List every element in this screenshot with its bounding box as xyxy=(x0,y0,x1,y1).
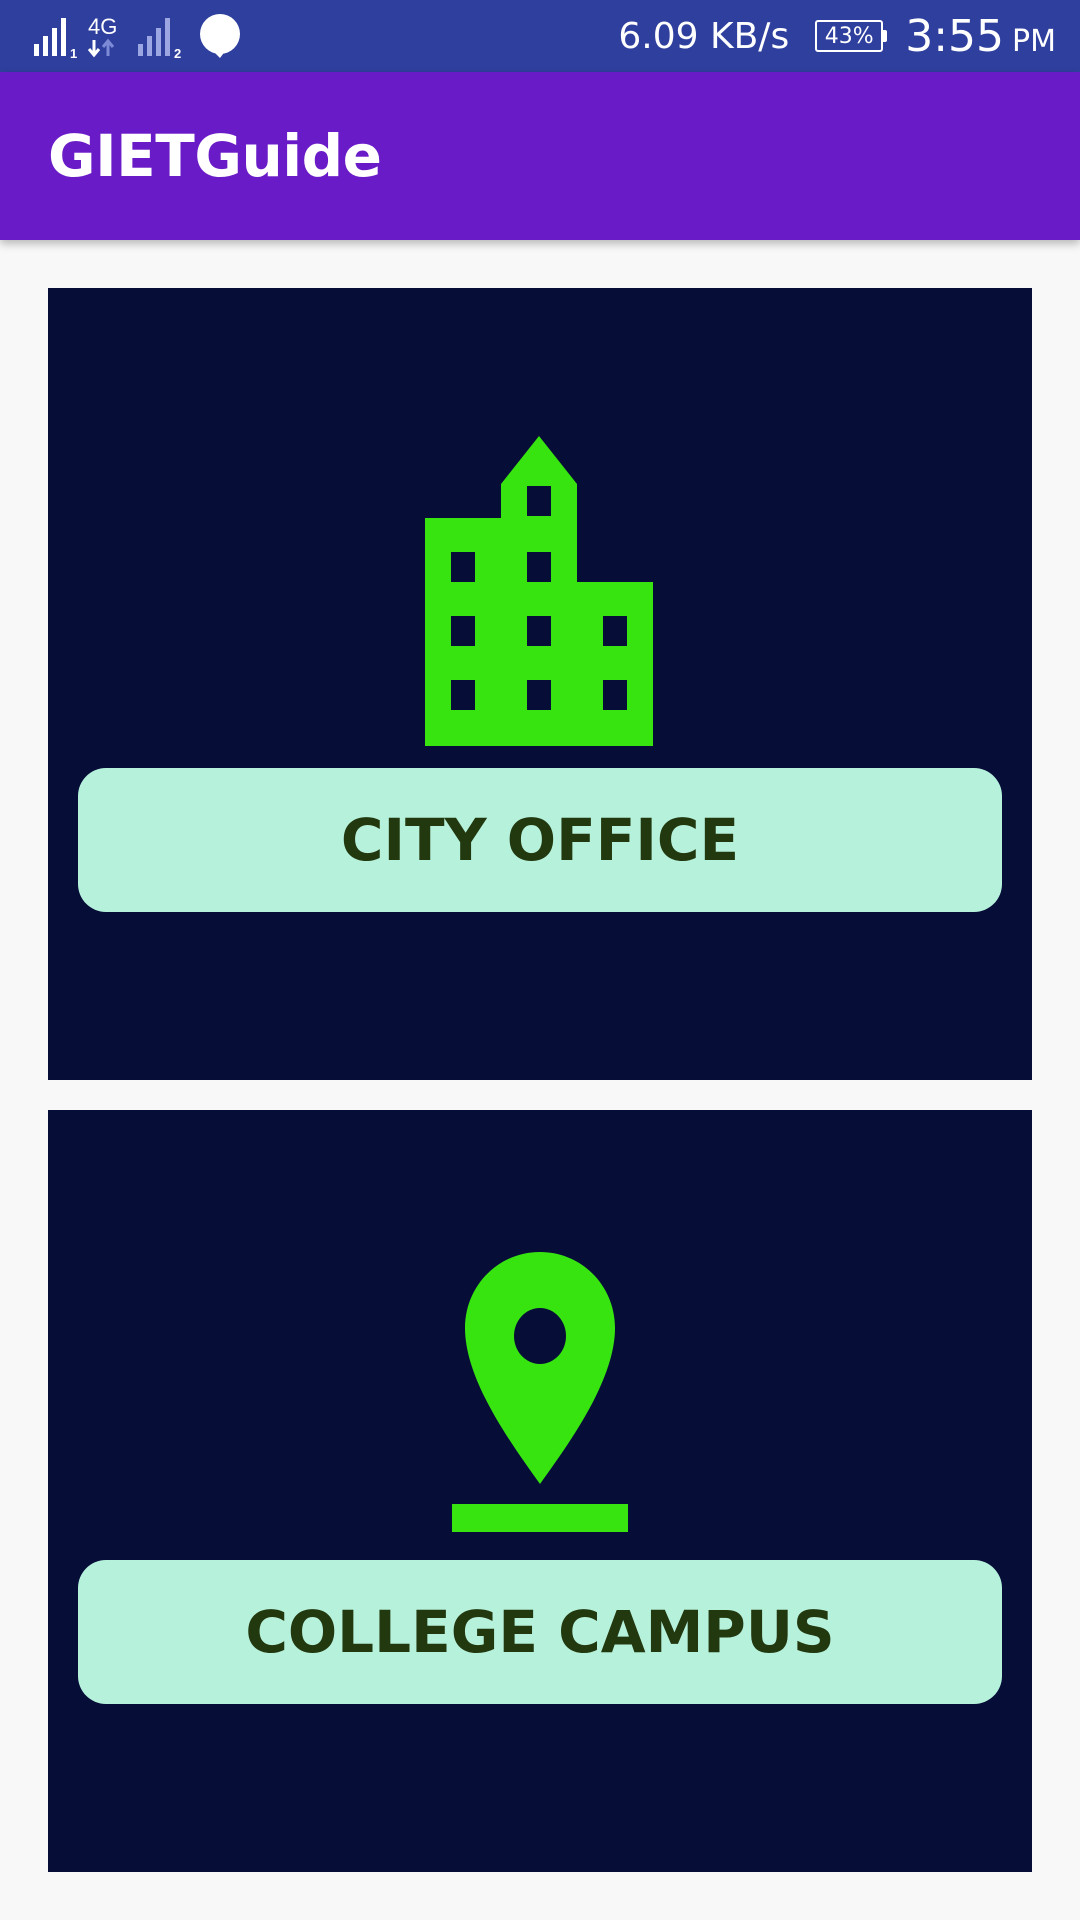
app-bar: GIETGuide xyxy=(0,72,1080,240)
building-icon xyxy=(48,436,1032,748)
clock: 3:55 PM xyxy=(905,11,1056,62)
status-right: 6.09 KB/s 43% 3:55 PM xyxy=(618,0,1056,72)
clock-time: 3:55 xyxy=(905,10,1005,62)
data-arrows-icon xyxy=(87,38,115,58)
college-campus-card[interactable]: COLLEGE CAMPUS xyxy=(48,1110,1032,1872)
city-office-card[interactable]: CITY OFFICE xyxy=(48,288,1032,1080)
app-title: GIETGuide xyxy=(48,122,382,190)
battery-level: 43% xyxy=(824,23,874,49)
network-type-label: 4G xyxy=(88,14,117,39)
map-pin-icon xyxy=(48,1252,1032,1534)
clock-ampm: PM xyxy=(1012,23,1056,59)
status-left-icons: 1 4G 2 xyxy=(34,12,244,60)
battery-icon: 43% xyxy=(815,20,888,52)
chat-bubble-icon xyxy=(200,14,240,58)
city-office-button[interactable]: CITY OFFICE xyxy=(78,768,1002,912)
signal-icons: 1 4G 2 xyxy=(34,14,240,60)
net-speed: 6.09 KB/s xyxy=(618,15,790,57)
signal-sim2-icon xyxy=(138,18,170,56)
signal-sim1-icon xyxy=(34,18,66,56)
status-bar: 1 4G 2 6.09 KB/s 43% 3:55 PM xyxy=(0,0,1080,72)
sim2-label: 2 xyxy=(174,46,181,60)
college-campus-button[interactable]: COLLEGE CAMPUS xyxy=(78,1560,1002,1704)
sim1-label: 1 xyxy=(70,46,77,60)
